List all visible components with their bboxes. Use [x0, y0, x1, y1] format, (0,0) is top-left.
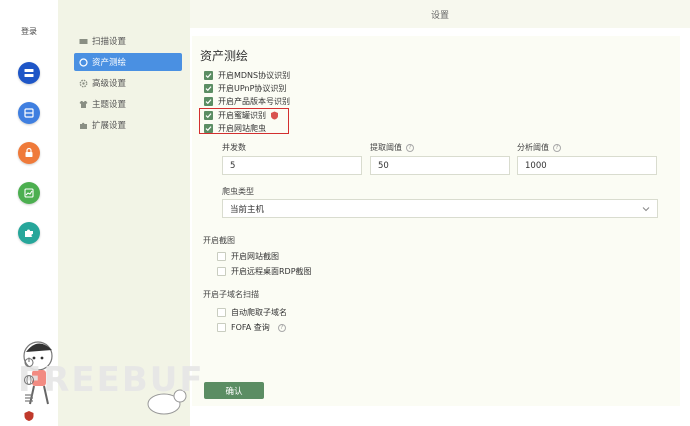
- selected-value: 当前主机: [230, 204, 265, 215]
- field-label: 并发数: [222, 143, 246, 152]
- option-mdns[interactable]: 开启MDNS协议识别: [204, 70, 290, 81]
- option-label: 自动爬取子域名: [231, 308, 287, 317]
- crawler-type-select[interactable]: 当前主机: [222, 199, 658, 218]
- database-icon: [24, 108, 34, 118]
- sidebar-item-advanced-settings[interactable]: 高级设置: [74, 74, 182, 92]
- rail-app-1[interactable]: [18, 62, 40, 84]
- option-label: 开启MDNS协议识别: [218, 71, 291, 80]
- checkbox[interactable]: [204, 84, 213, 93]
- option-rdp-screenshot[interactable]: 开启远程桌面RDP截图: [217, 266, 312, 277]
- gear-icon: [78, 78, 88, 88]
- extract-threshold-input[interactable]: 50: [370, 156, 510, 175]
- concurrency-label: 并发数: [222, 142, 246, 153]
- checkbox[interactable]: [217, 252, 226, 261]
- check-icon: [205, 73, 212, 79]
- rail-app-3[interactable]: [18, 142, 40, 164]
- help-icon[interactable]: ?: [553, 143, 561, 152]
- scan-icon: [78, 36, 88, 46]
- annotation-highlight-box: [199, 108, 289, 134]
- page-title: 资产测绘: [200, 49, 249, 63]
- field-label: 分析阈值: [517, 143, 549, 152]
- sidebar-item-label: 资产测绘: [92, 58, 127, 68]
- analyze-threshold-input[interactable]: 1000: [517, 156, 657, 175]
- shield-icon[interactable]: [23, 410, 35, 422]
- option-product-version[interactable]: 开启产品版本号识别: [204, 96, 290, 107]
- chart-icon: [24, 188, 34, 198]
- option-upnp[interactable]: 开启UPnP协议识别: [204, 83, 286, 94]
- sidebar-item-label: 高级设置: [92, 79, 127, 89]
- concurrency-input[interactable]: 5: [222, 156, 362, 175]
- sidebar-item-extension-settings[interactable]: 扩展设置: [74, 116, 182, 134]
- field-label: 爬虫类型: [222, 187, 254, 196]
- screenshot-group-title: 开启截图: [203, 236, 235, 245]
- menu-icon[interactable]: [23, 392, 35, 404]
- checkbox[interactable]: [204, 97, 213, 106]
- subdomain-group-title: 开启子域名扫描: [203, 290, 259, 299]
- puzzle-icon: [25, 229, 33, 237]
- window-title-bar: 设置: [190, 0, 690, 28]
- option-label: 开启网站截图: [231, 252, 279, 261]
- checkbox[interactable]: [217, 267, 226, 276]
- option-label: 开启UPnP协议识别: [218, 84, 287, 93]
- checkbox[interactable]: [217, 308, 226, 317]
- shirt-icon: [78, 99, 88, 109]
- sidebar-item-label: 扫描设置: [92, 37, 127, 47]
- checkbox[interactable]: [204, 71, 213, 80]
- option-fofa-query[interactable]: FOFA 查询 ?: [217, 322, 286, 333]
- checkbox[interactable]: [217, 323, 226, 332]
- login-link[interactable]: 登录: [21, 26, 37, 37]
- crawler-type-label: 爬虫类型: [222, 186, 254, 197]
- lock-icon: [25, 147, 33, 157]
- server-icon: [24, 69, 34, 77]
- field-label: 提取阈值: [370, 143, 402, 152]
- option-label: 开启产品版本号识别: [218, 97, 290, 106]
- check-icon: [205, 99, 212, 105]
- extract-threshold-label: 提取阈值 ?: [370, 142, 414, 153]
- option-auto-subdomain[interactable]: 自动爬取子域名: [217, 307, 287, 318]
- analyze-threshold-label: 分析阈值 ?: [517, 142, 561, 153]
- rail-app-4[interactable]: [18, 182, 40, 204]
- rail-app-2[interactable]: [18, 102, 40, 124]
- option-label: FOFA 查询: [231, 323, 270, 332]
- help-icon[interactable]: ?: [406, 143, 414, 152]
- option-website-screenshot[interactable]: 开启网站截图: [217, 251, 279, 262]
- map-icon: [78, 57, 88, 67]
- puzzle-icon: [78, 120, 88, 130]
- option-label: 开启远程桌面RDP截图: [231, 267, 312, 276]
- sidebar-item-scan-settings[interactable]: 扫描设置: [74, 32, 182, 50]
- check-icon: [205, 86, 212, 92]
- help-icon[interactable]: ?: [277, 323, 286, 332]
- sidebar-item-label: 主题设置: [92, 100, 127, 110]
- window-title: 设置: [430, 10, 449, 21]
- sidebar-item-asset-mapping[interactable]: 资产测绘: [74, 53, 182, 71]
- globe-icon[interactable]: [23, 374, 35, 386]
- sidebar-item-label: 扩展设置: [92, 121, 127, 131]
- rail-app-5[interactable]: [18, 222, 40, 244]
- sidebar-item-theme-settings[interactable]: 主题设置: [74, 95, 182, 113]
- asset-mapping-panel: 资产测绘 开启MDNS协议识别 开启UPnP协议识别 开启产品版本号识别 开启蜜…: [192, 36, 680, 406]
- watermark: FREEBUF: [18, 360, 205, 400]
- chevron-down-icon: [642, 207, 650, 212]
- power-icon[interactable]: [23, 356, 35, 368]
